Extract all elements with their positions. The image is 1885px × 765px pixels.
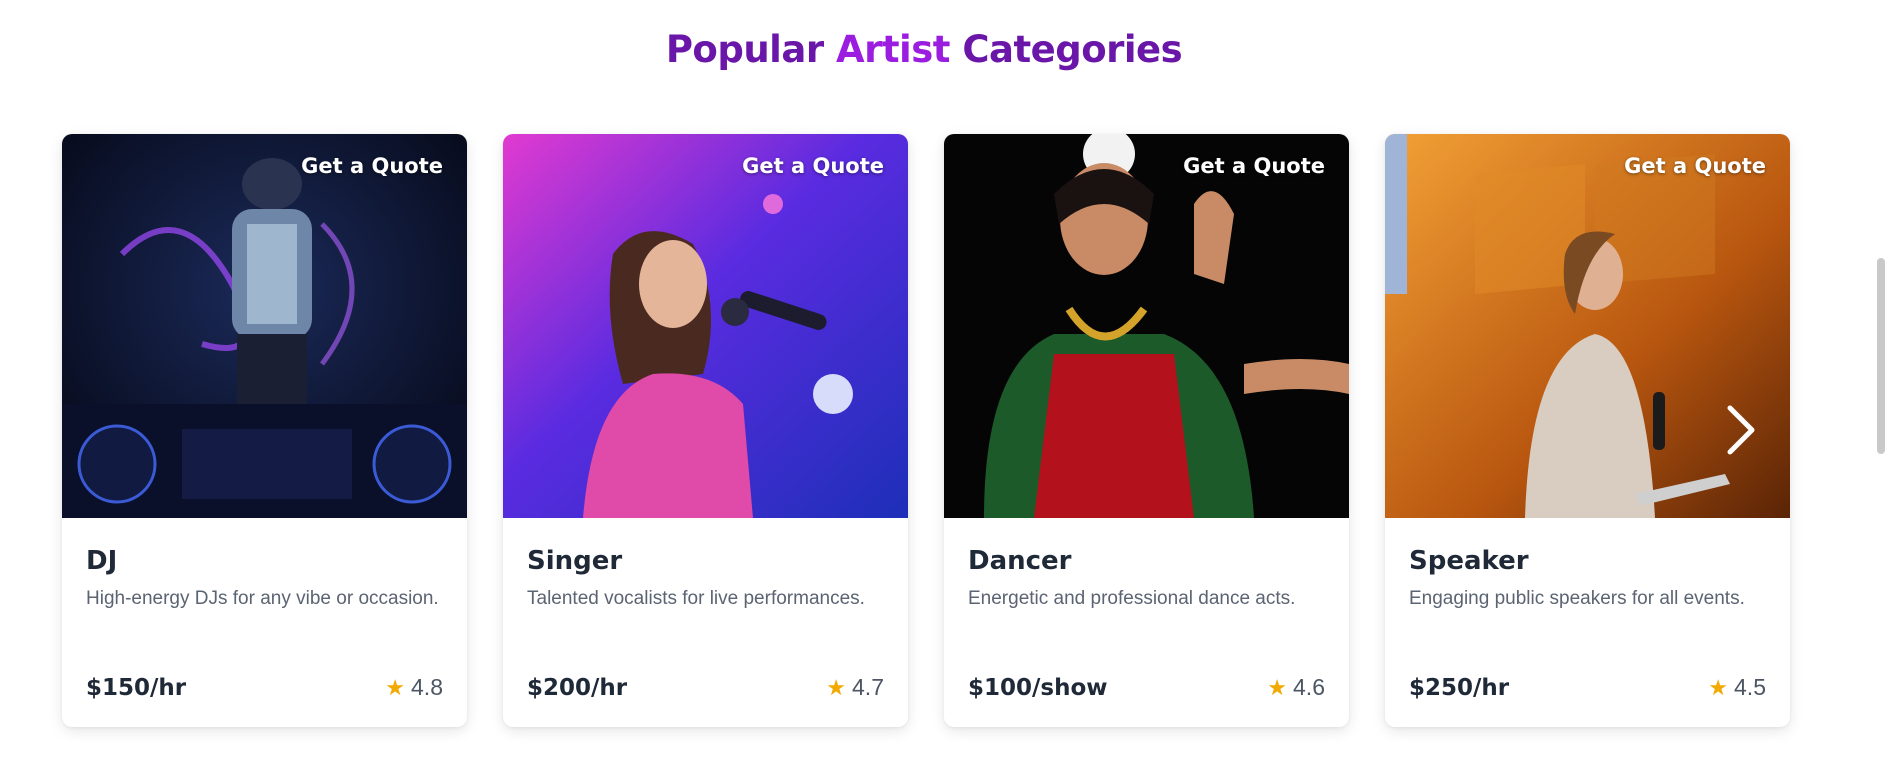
- page-scrollbar[interactable]: [1877, 258, 1885, 454]
- dj-photo: [62, 134, 467, 518]
- carousel-next-button[interactable]: [1718, 398, 1764, 462]
- get-quote-link[interactable]: Get a Quote: [1624, 154, 1766, 178]
- singer-photo: [503, 134, 908, 518]
- card-description: High-energy DJs for any vibe or occasion…: [86, 588, 439, 609]
- heading-part-1: Popular: [665, 28, 836, 71]
- get-quote-link[interactable]: Get a Quote: [301, 154, 443, 178]
- rating-value: 4.8: [411, 674, 443, 700]
- category-card-dj[interactable]: Get a Quote DJ High-energy DJs for any v…: [62, 134, 467, 727]
- star-icon: ★: [826, 674, 847, 700]
- star-icon: ★: [1267, 674, 1288, 700]
- heading-part-2: Categories: [949, 28, 1183, 71]
- category-card-dancer[interactable]: Get a Quote Dancer Energetic and profess…: [944, 134, 1349, 727]
- card-price: $150/hr: [86, 674, 187, 701]
- get-quote-link[interactable]: Get a Quote: [1183, 154, 1325, 178]
- card-description: Engaging public speakers for all events.: [1409, 588, 1745, 609]
- card-rating: ★ 4.5: [1708, 674, 1766, 701]
- card-rating: ★ 4.8: [385, 674, 443, 701]
- card-rating: ★ 4.7: [826, 674, 884, 701]
- card-image-dancer: Get a Quote: [944, 134, 1349, 518]
- card-rating: ★ 4.6: [1267, 674, 1325, 701]
- section-heading: Popular Artist Categories: [0, 28, 1848, 71]
- star-icon: ★: [385, 674, 406, 700]
- card-title: Singer: [527, 546, 623, 576]
- card-price: $100/show: [968, 674, 1108, 701]
- rating-value: 4.7: [852, 674, 884, 700]
- star-icon: ★: [1708, 674, 1729, 700]
- card-description: Talented vocalists for live performances…: [527, 588, 865, 609]
- card-image-singer: Get a Quote: [503, 134, 908, 518]
- card-title: Dancer: [968, 546, 1072, 576]
- card-price: $200/hr: [527, 674, 628, 701]
- chevron-right-icon: [1727, 405, 1755, 455]
- card-description: Energetic and professional dance acts.: [968, 588, 1296, 609]
- rating-value: 4.5: [1734, 674, 1766, 700]
- get-quote-link[interactable]: Get a Quote: [742, 154, 884, 178]
- category-card-singer[interactable]: Get a Quote Singer Talented vocalists fo…: [503, 134, 908, 727]
- rating-value: 4.6: [1293, 674, 1325, 700]
- card-title: Speaker: [1409, 546, 1529, 576]
- dancer-photo: [944, 134, 1349, 518]
- card-title: DJ: [86, 546, 118, 576]
- card-image-dj: Get a Quote: [62, 134, 467, 518]
- heading-accent: Artist: [835, 28, 950, 71]
- card-price: $250/hr: [1409, 674, 1510, 701]
